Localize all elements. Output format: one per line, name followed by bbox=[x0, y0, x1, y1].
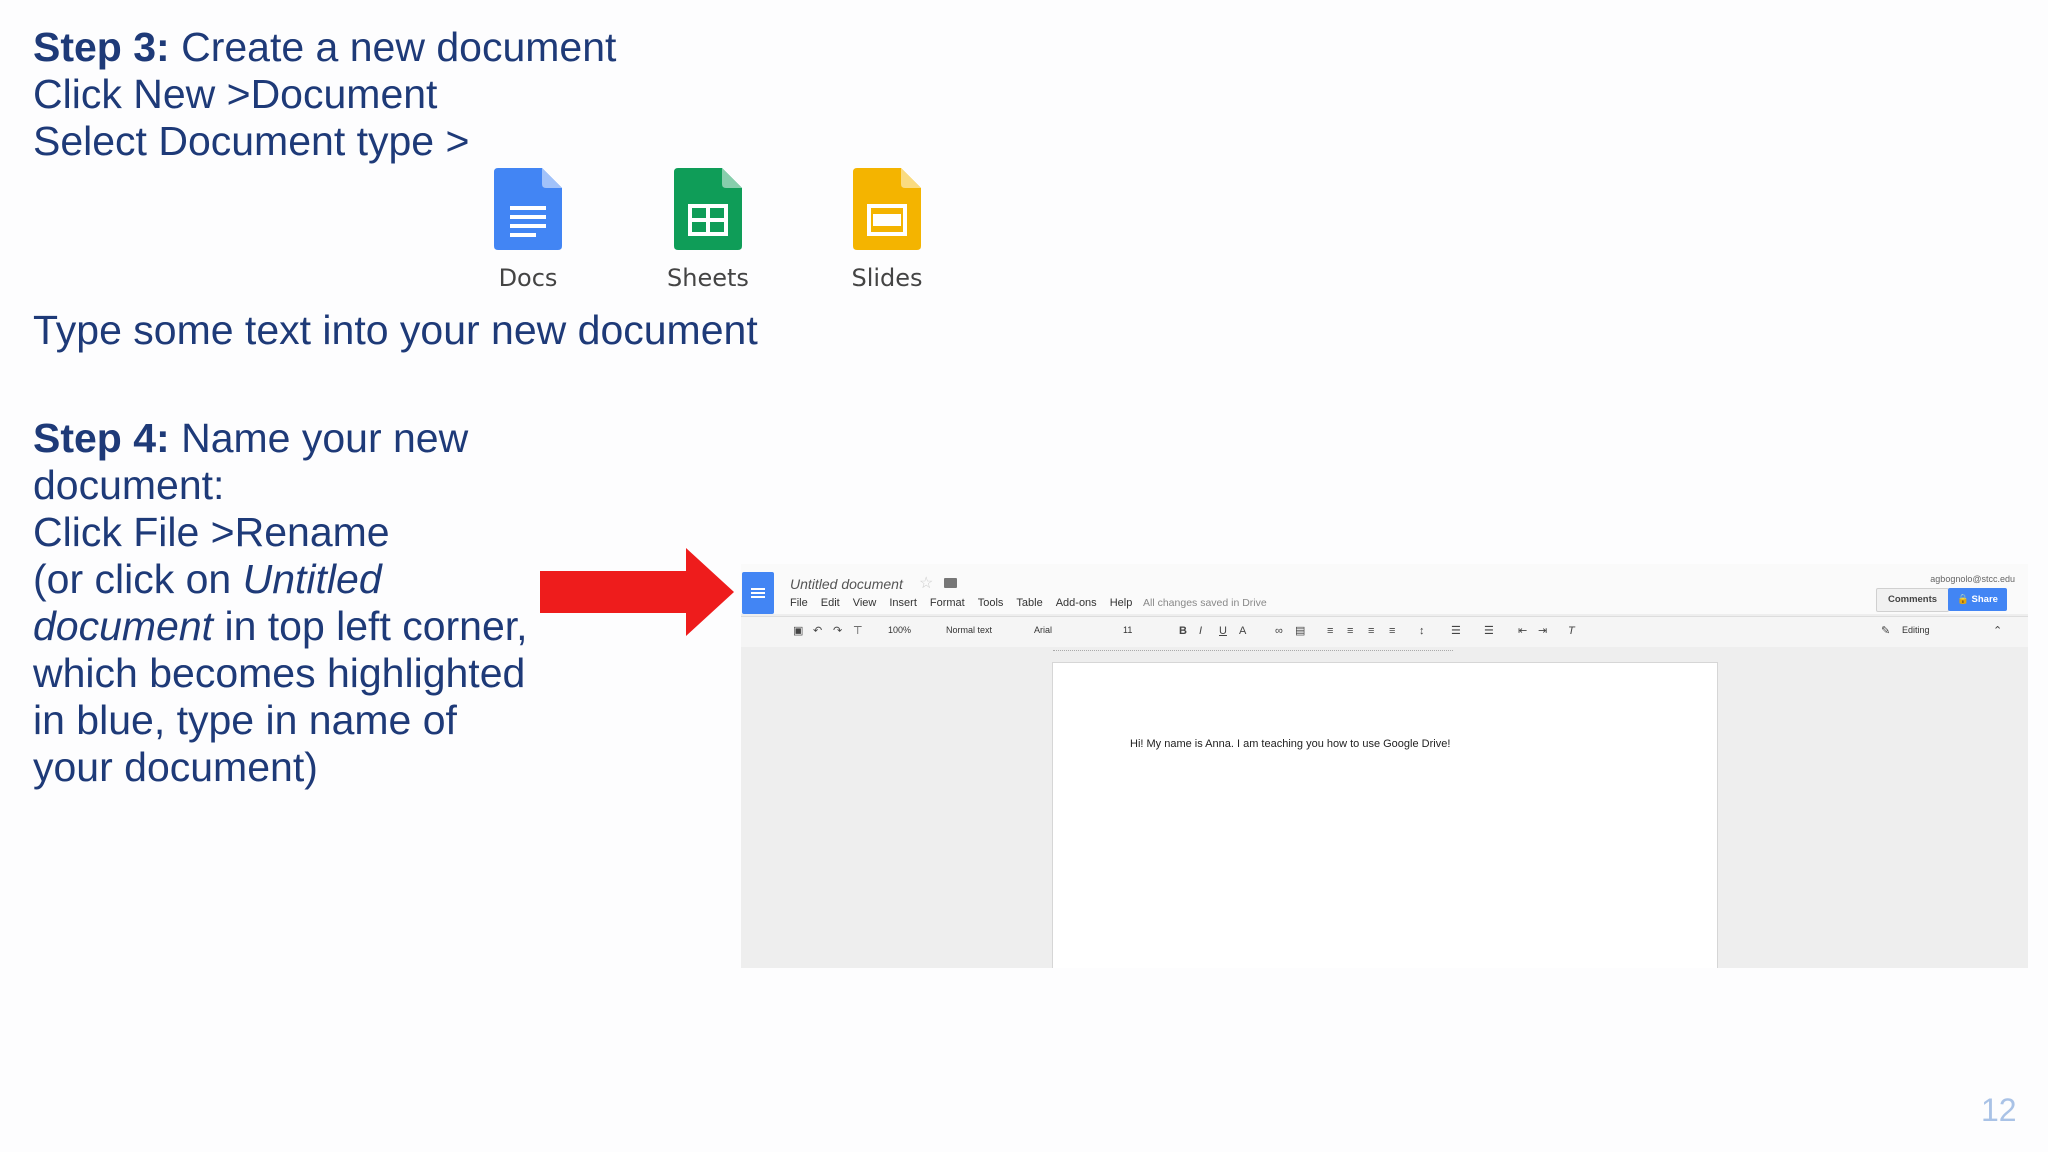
menu-help[interactable]: Help bbox=[1110, 597, 1133, 609]
account-email[interactable]: agbognolo@stcc.edu bbox=[1930, 574, 2015, 584]
sheets-app[interactable]: Sheets bbox=[638, 168, 778, 292]
italic-icon[interactable]: I bbox=[1199, 626, 1210, 637]
collapse-icon[interactable]: ⌃ bbox=[1993, 626, 2004, 637]
google-docs-icon bbox=[494, 168, 562, 250]
step4-line3a: (or click on bbox=[33, 556, 243, 602]
document-body-text: Hi! My name is Anna. I am teaching you h… bbox=[1130, 738, 1451, 750]
menu-tools[interactable]: Tools bbox=[978, 597, 1004, 609]
step3-label: Step 3: bbox=[33, 24, 170, 70]
docs-label: Docs bbox=[498, 264, 558, 292]
paint-format-icon[interactable]: ⊤ bbox=[853, 626, 864, 637]
google-docs-screenshot: Untitled document ☆ File Edit View Insert Fo… bbox=[741, 564, 2028, 968]
bold-icon[interactable]: B bbox=[1179, 626, 1190, 637]
google-sheets-icon bbox=[674, 168, 742, 250]
slide-page-number: 12 bbox=[1981, 1092, 2017, 1128]
docs-app[interactable]: Docs bbox=[458, 168, 598, 292]
slides-app[interactable]: Slides bbox=[817, 168, 957, 292]
menu-edit[interactable]: Edit bbox=[821, 597, 840, 609]
bulleted-list-icon[interactable]: ☰ bbox=[1484, 626, 1495, 637]
step3-title: Create a new document bbox=[169, 24, 617, 70]
numbered-list-icon[interactable]: ☰ bbox=[1451, 626, 1462, 637]
step3-instructions: Step 3: Create a new document Click New … bbox=[33, 24, 616, 165]
font-size-select[interactable]: 11 bbox=[1123, 625, 1132, 635]
star-icon[interactable]: ☆ bbox=[919, 573, 933, 593]
slides-label: Slides bbox=[851, 264, 923, 292]
folder-icon[interactable] bbox=[944, 578, 957, 588]
share-button[interactable]: 🔒 Share bbox=[1948, 588, 2007, 611]
docs-logo-icon[interactable] bbox=[742, 572, 774, 614]
step3-line2: Click New >Document bbox=[33, 71, 438, 117]
menu-insert[interactable]: Insert bbox=[889, 597, 917, 609]
ruler[interactable] bbox=[741, 647, 2028, 661]
pencil-icon: ✎ bbox=[1881, 625, 1891, 637]
sheets-label: Sheets bbox=[667, 264, 749, 292]
align-left-icon[interactable]: ≡ bbox=[1327, 626, 1338, 637]
increase-indent-icon[interactable]: ⇥ bbox=[1538, 626, 1549, 637]
step4-line2: Click File >Rename bbox=[33, 509, 390, 555]
save-status: All changes saved in Drive bbox=[1143, 597, 1267, 609]
link-icon[interactable]: ∞ bbox=[1275, 626, 1286, 637]
docs-header: Untitled document ☆ File Edit View Insert Fo… bbox=[741, 564, 2028, 614]
step3-line3: Select Document type > bbox=[33, 118, 470, 164]
menu-bar: File Edit View Insert Format Tools Table Add-on… bbox=[790, 597, 1145, 609]
undo-icon[interactable]: ↶ bbox=[813, 626, 824, 637]
document-page[interactable]: Hi! My name is Anna. I am teaching you h… bbox=[1052, 662, 1718, 968]
type-text-instruction: Type some text into your new document bbox=[33, 307, 758, 353]
style-select[interactable]: Normal text bbox=[946, 625, 992, 635]
menu-file[interactable]: File bbox=[790, 597, 808, 609]
google-slides-icon bbox=[853, 168, 921, 250]
menu-addons[interactable]: Add-ons bbox=[1056, 597, 1097, 609]
clear-formatting-icon[interactable]: T bbox=[1568, 626, 1579, 637]
redo-icon[interactable]: ↷ bbox=[833, 626, 844, 637]
justify-icon[interactable]: ≡ bbox=[1389, 626, 1400, 637]
font-select[interactable]: Arial bbox=[1034, 625, 1052, 635]
align-center-icon[interactable]: ≡ bbox=[1347, 626, 1358, 637]
menu-table[interactable]: Table bbox=[1016, 597, 1042, 609]
zoom-select[interactable]: 100% bbox=[888, 625, 911, 635]
underline-icon[interactable]: U bbox=[1219, 626, 1230, 637]
comments-button[interactable]: Comments bbox=[1876, 588, 1949, 612]
document-title[interactable]: Untitled document bbox=[790, 576, 903, 592]
menu-view[interactable]: View bbox=[853, 597, 877, 609]
menu-format[interactable]: Format bbox=[930, 597, 965, 609]
step4-label: Step 4: bbox=[33, 415, 170, 461]
decrease-indent-icon[interactable]: ⇤ bbox=[1518, 626, 1529, 637]
print-icon[interactable]: ▣ bbox=[793, 626, 804, 637]
align-right-icon[interactable]: ≡ bbox=[1368, 626, 1379, 637]
docs-toolbar: ▣ ↶ ↷ ⊤ 100% Normal text Arial 11 B I U … bbox=[741, 616, 2028, 648]
step4-instructions: Step 4: Name your new document: Click Fil… bbox=[33, 415, 543, 791]
line-spacing-icon[interactable]: ↕ bbox=[1419, 626, 1430, 637]
editing-mode-select[interactable]: Editing bbox=[1902, 625, 1930, 635]
red-arrow-icon bbox=[540, 548, 734, 636]
share-label: Share bbox=[1971, 594, 1998, 605]
step3-heading: Step 3: Create a new document bbox=[33, 24, 616, 71]
comment-icon[interactable]: ▤ bbox=[1295, 626, 1306, 637]
text-color-icon[interactable]: A bbox=[1239, 626, 1250, 637]
